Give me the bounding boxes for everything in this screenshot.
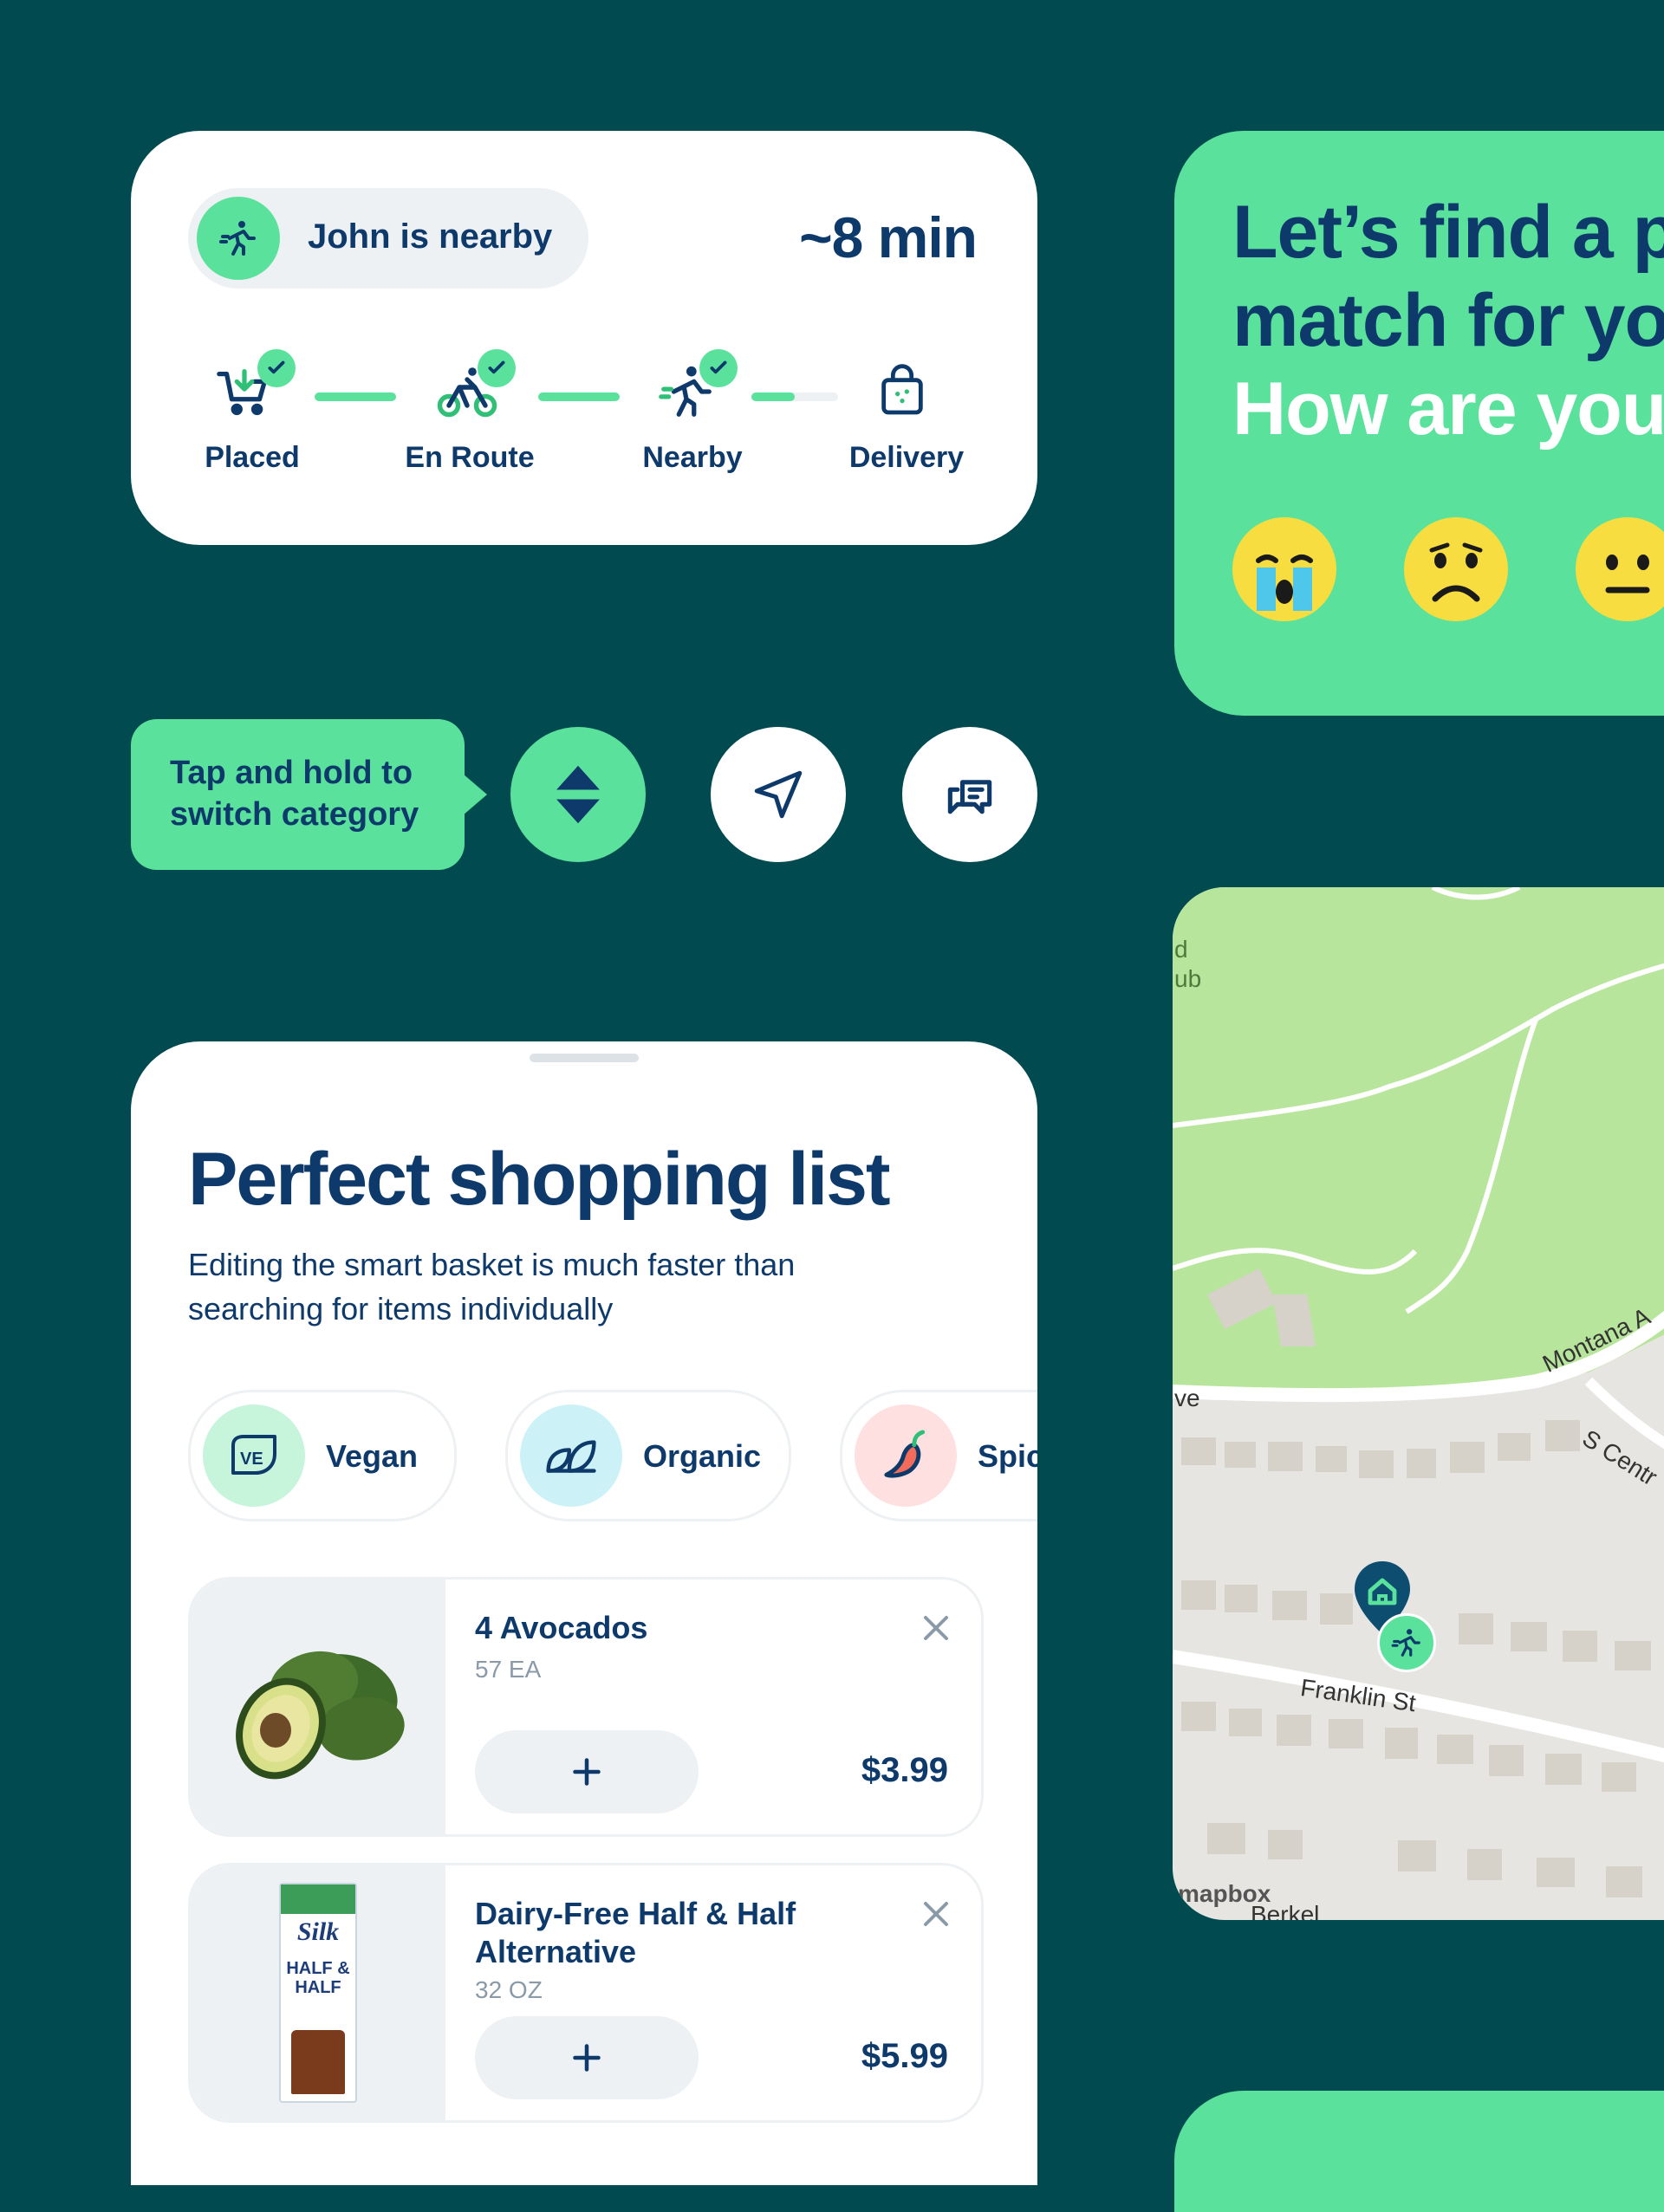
courier-location-icon[interactable]	[1377, 1613, 1436, 1672]
vegan-leaf-icon: VE	[203, 1404, 305, 1507]
plus-icon	[573, 1758, 601, 1786]
page-title: Perfect shopping list	[188, 1138, 891, 1221]
chip-spicy[interactable]: Spic	[840, 1390, 1037, 1521]
add-item-button[interactable]	[475, 1730, 699, 1813]
mood-heading-line-2: match for yo	[1232, 279, 1664, 362]
leaves-icon	[520, 1404, 622, 1507]
check-icon	[699, 349, 738, 387]
mood-question: How are you	[1232, 367, 1664, 451]
chip-label: Spic	[978, 1438, 1037, 1474]
hint-text: Tap and hold to switch category	[170, 755, 419, 833]
avocado-image	[191, 1580, 445, 1834]
map-label: ve	[1174, 1385, 1200, 1411]
chip-organic[interactable]: Organic	[505, 1390, 791, 1521]
list-item[interactable]: 4 Avocados 57 EA $3.99	[188, 1577, 984, 1837]
check-icon	[478, 349, 516, 387]
courier-status-pill[interactable]: John is nearby	[188, 188, 588, 289]
step-label-delivery: Delivery	[848, 441, 965, 474]
mood-card: Let’s find a p match for yo How are you	[1174, 131, 1664, 716]
map-label: d	[1174, 936, 1188, 963]
bag-icon	[874, 361, 952, 431]
remove-item-button[interactable]	[917, 1895, 955, 1933]
chip-label: Organic	[643, 1438, 762, 1474]
silk-carton-image: Silk HALF & HALF	[191, 1865, 445, 2120]
chili-pepper-icon	[855, 1404, 957, 1507]
close-icon	[924, 1616, 948, 1640]
chip-vegan[interactable]: VE Vegan	[188, 1390, 457, 1521]
order-tracker-card: John is nearby ~8 min Placed En Route Ne…	[131, 131, 1037, 545]
carton-label: HALF & HALF	[286, 1959, 350, 1997]
map-label: ub	[1174, 965, 1202, 992]
tooltip-tail	[463, 774, 487, 815]
neutral-face-icon[interactable]	[1576, 517, 1664, 621]
sheet-grabber[interactable]	[530, 1054, 639, 1062]
check-icon	[257, 349, 296, 387]
navigation-arrow-icon	[754, 770, 803, 819]
sad-face-icon[interactable]	[1404, 517, 1508, 621]
runner-icon	[197, 197, 280, 280]
chip-label: Vegan	[326, 1438, 419, 1474]
item-quantity: 57 EA	[475, 1656, 542, 1683]
progress-connector	[315, 392, 396, 401]
remove-item-button[interactable]	[917, 1609, 955, 1647]
eta-text: ~8 min	[799, 205, 978, 269]
crying-face-icon[interactable]	[1232, 517, 1336, 621]
list-item[interactable]: Silk HALF & HALF Dairy-Free Half & Half …	[188, 1863, 984, 2123]
category-hint-tooltip: Tap and hold to switch category	[131, 719, 487, 870]
coffee-glass-image	[291, 2030, 345, 2094]
step-label-placed: Placed	[205, 441, 300, 474]
add-item-button[interactable]	[475, 2016, 699, 2099]
map-label: Berkel	[1251, 1901, 1320, 1920]
shopping-list-sheet: Perfect shopping list Editing the smart …	[131, 1041, 1037, 2185]
navigate-button[interactable]	[711, 727, 846, 862]
map-view[interactable]: d ub ve Montana A S Centr Franklin St ma…	[1173, 887, 1664, 1920]
up-down-icon	[556, 765, 600, 824]
page-subtitle: Editing the smart basket is much faster …	[188, 1247, 796, 1327]
chat-icon	[947, 780, 992, 814]
switch-category-button[interactable]	[510, 727, 646, 862]
plus-icon	[573, 2044, 601, 2072]
progress-connector	[538, 392, 620, 401]
item-price: $5.99	[861, 2037, 948, 2075]
step-label-en-route: En Route	[405, 441, 535, 474]
item-name: 4 Avocados	[475, 1610, 648, 1645]
carton-brand: Silk	[296, 1917, 340, 1946]
step-label-nearby: Nearby	[642, 441, 743, 474]
carton-cap	[281, 1884, 355, 1914]
mood-heading-line-1: Let’s find a p	[1232, 191, 1664, 274]
map-tiles	[1173, 887, 1664, 1897]
item-quantity: 32 OZ	[475, 1976, 543, 2003]
item-name: Dairy-Free Half & Half Alternative	[475, 1896, 796, 1969]
item-price: $3.99	[861, 1751, 948, 1789]
chat-button[interactable]	[902, 727, 1037, 862]
next-card-peek	[1174, 2091, 1664, 2212]
close-icon	[924, 1902, 948, 1926]
courier-status-text: John is nearby	[308, 217, 553, 256]
progress-connector-partial	[751, 392, 795, 401]
svg-text:VE: VE	[240, 1450, 263, 1469]
